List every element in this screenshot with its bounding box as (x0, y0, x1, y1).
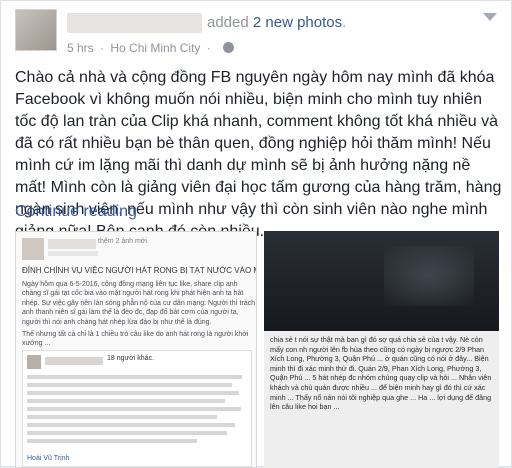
shot-avatar (27, 355, 41, 369)
post-meta: 5 hrs · Ho Chi Minh City · (67, 41, 235, 55)
photo-2[interactable]: chia sẻ t nói sự thật mà ban gì đó sợ qu… (264, 231, 499, 468)
photo1-header-text: thêm 2 ảnh mới. (98, 238, 149, 245)
shot-line (27, 383, 232, 387)
photo1-body: Ngày hôm qua 6-5-2016, cộng đồng mạng li… (22, 280, 256, 352)
photo1-name-redacted (48, 239, 96, 249)
photo1-meta (48, 251, 98, 256)
post-options-chevron-icon[interactable] (483, 13, 497, 21)
meta-separator: · (100, 41, 105, 55)
globe-icon[interactable] (223, 42, 235, 53)
photo1-header: thêm 2 ảnh mới. (98, 238, 149, 245)
shot-line (27, 423, 235, 427)
post-time[interactable]: 5 hrs (67, 41, 94, 55)
shot-line (27, 439, 197, 443)
shot-line (27, 391, 239, 395)
photo2-text: chia sẻ t nói sự thật mà ban gì đó sợ qu… (270, 335, 495, 412)
post-card: added 2 new photos. 5 hrs · Ho Chi Minh … (0, 0, 512, 468)
action-end: . (342, 14, 347, 31)
shot-line (27, 431, 227, 435)
photo1-para-1: Ngày hôm qua 6-5-2016, cộng đồng mạng li… (22, 281, 256, 326)
photo1-title: ĐÍNH CHÍNH VỤ VIỆC NGƯỜI HÁT RONG BỊ TẠT… (22, 266, 257, 275)
action-text: added (207, 14, 249, 31)
photo1-embedded-screenshot: 18 người khác. Hoài Vũ Trịnh (22, 350, 252, 467)
photo1-avatar (22, 238, 44, 260)
shot-header: 18 người khác. (107, 355, 155, 362)
photo1-para-2: Thế nhưng tất cả chỉ là 1 chiều trò câu … (22, 331, 249, 348)
author-name-redacted[interactable] (67, 13, 202, 33)
photo2-glare (384, 246, 474, 306)
post-header: added 2 new photos. (207, 14, 346, 31)
shot-line (27, 399, 225, 403)
shot-footer: Hoài Vũ Trịnh (27, 455, 70, 462)
post-location[interactable]: Ho Chi Minh City (110, 41, 200, 55)
shot-line (27, 415, 217, 419)
photos-link[interactable]: 2 new photos (253, 14, 342, 31)
photo-1[interactable]: thêm 2 ảnh mới. ĐÍNH CHÍNH VỤ VIỆC NGƯỜI… (15, 231, 257, 468)
photo2-paragraph: chia sẻ t nói sự thật mà ban gì đó sợ qu… (270, 335, 492, 412)
shot-name-redacted (45, 357, 103, 365)
meta-separator-2: · (206, 41, 211, 55)
continue-reading-link[interactable]: Continue reading (15, 203, 137, 221)
shot-line (27, 375, 242, 379)
shot-line (27, 407, 241, 411)
avatar[interactable] (15, 9, 57, 51)
